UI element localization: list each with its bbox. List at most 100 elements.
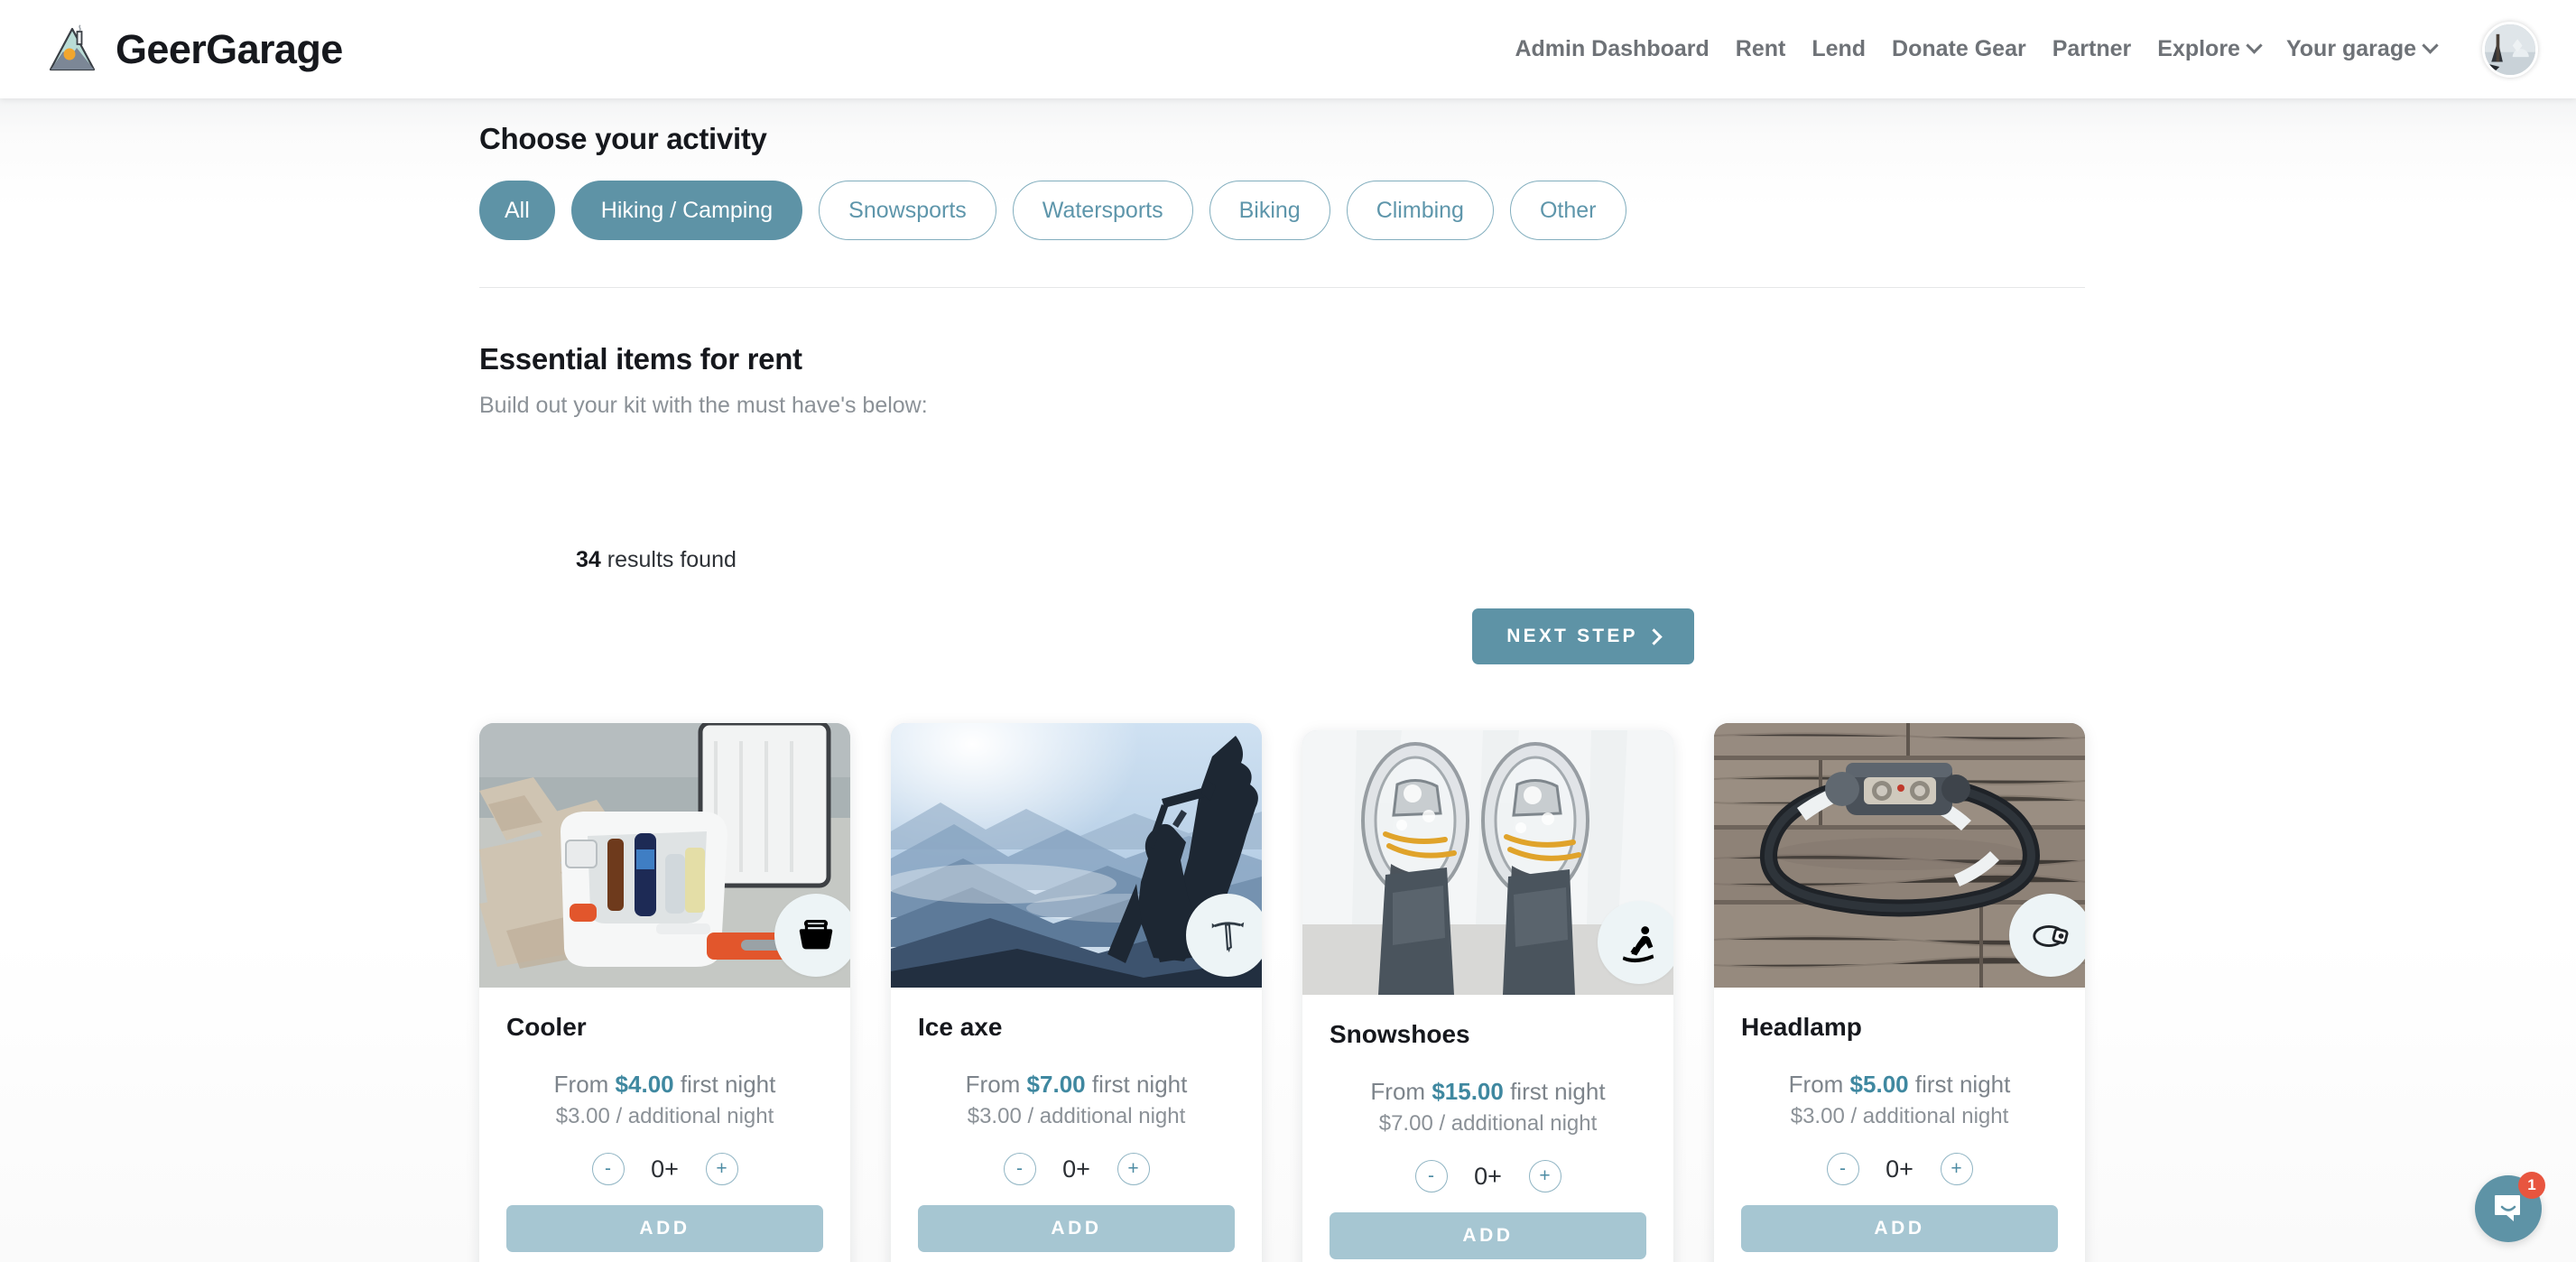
activity-pill-snowsports[interactable]: Snowsports [819,181,996,240]
product-title: Headlamp [1741,1013,1862,1041]
ice-axe-icon [1186,894,1262,977]
price-additional-night: $3.00 / additional night [1790,1104,2009,1128]
product-image-headlamp [1714,723,2085,988]
results-count-text: 34 results found [576,547,737,573]
price-value: $4.00 [615,1071,674,1098]
essential-items-title: Essential items for rent [479,342,802,376]
nav-item-admin-dashboard[interactable]: Admin Dashboard [1515,36,1709,62]
page-body: Choose your activity All Hiking / Campin… [0,98,2576,1262]
chevron-down-icon [2422,37,2439,54]
quantity-value: 0+ [1474,1162,1502,1190]
price-additional-night: $3.00 / additional night [967,1104,1186,1128]
nav-label: Partner [2052,36,2132,61]
card-body: Snowshoes From $15.00 first night $7.00 … [1302,995,1673,1262]
nav-label: Donate Gear [1892,36,2026,61]
quantity-value: 0+ [1886,1155,1913,1183]
add-button[interactable]: ADD [1330,1212,1646,1259]
chevron-right-icon [1645,627,1663,645]
chat-bubble-icon [2491,1192,2525,1226]
main-navigation: Admin Dashboard Rent Lend Donate Gear Pa… [1515,21,2538,78]
headlamp-icon [2009,894,2085,977]
add-button[interactable]: ADD [918,1205,1235,1252]
chevron-down-icon [2246,37,2263,54]
card-body: Cooler From $4.00 first night $3.00 / ad… [479,988,850,1262]
cooler-icon [774,894,850,977]
snowboarder-icon [1598,901,1673,984]
decrement-button[interactable]: - [591,1153,625,1185]
section-divider [479,287,2085,288]
decrement-button[interactable]: - [1003,1153,1036,1185]
essential-items-subtitle: Build out your kit with the must have's … [479,393,928,418]
activity-pill-watersports[interactable]: Watersports [1012,181,1193,240]
product-image-cooler [479,723,850,988]
nav-item-lend[interactable]: Lend [1812,36,1866,62]
nav-label: Explore [2157,36,2240,61]
card-body: Headlamp From $5.00 first night $3.00 / … [1714,988,2085,1262]
add-button[interactable]: ADD [506,1205,823,1252]
nav-label: Admin Dashboard [1515,36,1710,61]
price-prefix: From [1788,1071,1850,1098]
product-card-ice-axe[interactable]: Ice axe From $7.00 first night $3.00 / a… [891,723,1262,1262]
quantity-stepper: - 0+ + [506,1153,823,1185]
activity-filter-row: All Hiking / Camping Snowsports Waterspo… [479,181,1626,240]
price-value: $7.00 [1026,1071,1086,1098]
activity-pill-hiking-camping[interactable]: Hiking / Camping [570,181,803,240]
quantity-value: 0+ [651,1155,679,1183]
chat-unread-badge: 1 [2518,1172,2545,1199]
results-count-label: results found [600,547,737,572]
chat-launcher-button[interactable]: 1 [2475,1172,2545,1242]
mountain-logo-icon [47,23,97,75]
brand-logo-link[interactable]: GeerGarage [47,23,343,75]
nav-item-explore[interactable]: Explore [2157,36,2263,62]
site-header: GeerGarage Admin Dashboard Rent Lend Don… [0,0,2576,98]
price-additional-night: $3.00 / additional night [555,1104,774,1128]
brand-name: GeerGarage [116,25,343,72]
price-prefix: From [1370,1078,1432,1105]
price-suffix: first night [1085,1071,1188,1098]
quantity-stepper: - 0+ + [1741,1153,2058,1185]
add-button[interactable]: ADD [1741,1205,2058,1252]
product-image-ice-axe [891,723,1262,988]
quantity-value: 0+ [1062,1155,1090,1183]
price-suffix: first night [1503,1078,1606,1105]
price-suffix: first night [673,1071,776,1098]
quantity-stepper: - 0+ + [918,1153,1235,1185]
avatar[interactable] [2482,21,2538,78]
card-body: Ice axe From $7.00 first night $3.00 / a… [891,988,1262,1262]
increment-button[interactable]: + [1940,1153,1973,1185]
product-card-snowshoes[interactable]: Snowshoes From $15.00 first night $7.00 … [1302,730,1673,1262]
decrement-button[interactable]: - [1414,1160,1448,1192]
nav-label: Your garage [2285,36,2416,61]
choose-activity-title: Choose your activity [479,122,767,155]
price-value: $5.00 [1849,1071,1909,1098]
price-suffix: first night [1908,1071,2011,1098]
increment-button[interactable]: + [1528,1160,1561,1192]
increment-button[interactable]: + [1117,1153,1150,1185]
nav-item-donate-gear[interactable]: Donate Gear [1892,36,2026,62]
product-card-cooler[interactable]: Cooler From $4.00 first night $3.00 / ad… [479,723,850,1262]
decrement-button[interactable]: - [1826,1153,1859,1185]
activity-pill-all[interactable]: All [479,181,555,240]
activity-pill-biking[interactable]: Biking [1209,181,1330,240]
product-title: Ice axe [918,1013,1003,1041]
price-additional-night: $7.00 / additional night [1378,1111,1598,1136]
activity-pill-other[interactable]: Other [1509,181,1626,240]
product-image-snowshoes [1302,730,1673,995]
product-card-headlamp[interactable]: Headlamp From $5.00 first night $3.00 / … [1714,723,2085,1262]
price-first-night: From $5.00 first night [1741,1071,2058,1099]
price-first-night: From $7.00 first night [918,1071,1235,1099]
product-title: Cooler [506,1013,587,1041]
nav-item-partner[interactable]: Partner [2052,36,2132,62]
activity-pill-climbing[interactable]: Climbing [1346,181,1494,240]
increment-button[interactable]: + [705,1153,738,1185]
nav-item-your-garage[interactable]: Your garage [2285,36,2439,62]
price-prefix: From [553,1071,616,1098]
next-step-button[interactable]: NEXT STEP [1472,608,1694,664]
nav-label: Lend [1812,36,1867,61]
product-title: Snowshoes [1330,1020,1470,1048]
price-prefix: From [965,1071,1027,1098]
quantity-stepper: - 0+ + [1330,1160,1646,1192]
next-step-label: NEXT STEP [1506,626,1638,646]
results-count-number: 34 [576,547,601,572]
nav-item-rent[interactable]: Rent [1736,36,1786,62]
